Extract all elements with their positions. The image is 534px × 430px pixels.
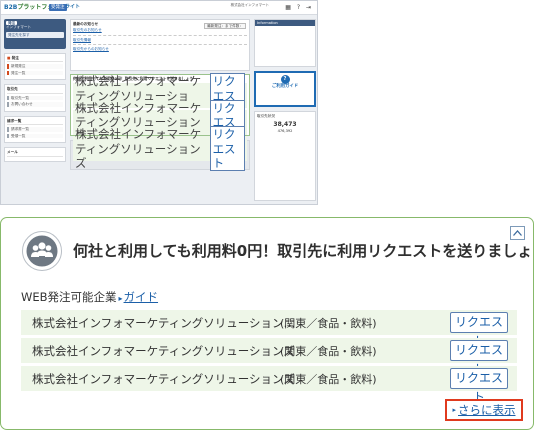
sidebar: 発注 インフォマート 発注先を探す ■ 発注 新規発注 発注一覧 取引先 取引先…	[4, 19, 66, 203]
sidebar-item[interactable]: 請求書一覧	[7, 127, 63, 132]
notice-link[interactable]: 取引先からのお知らせ	[73, 47, 247, 51]
group-users-icon	[22, 231, 62, 271]
chevron-up-icon	[513, 230, 522, 236]
status-value: 38,473	[273, 121, 297, 129]
information-title: Information	[255, 20, 315, 27]
plan-badge: 受発注	[49, 4, 67, 11]
notice-panel: 最新のお知らせ 最新発注：まで件数： 取引先のお知らせ 取引先情報 取引先からの…	[70, 19, 250, 71]
sidebar-item[interactable]: 取引先一覧	[7, 95, 63, 101]
sidebar-item[interactable]: 発注一覧	[7, 70, 63, 76]
mini-promo-panel: 何社と利用しても利用料0円！取引先に利用リクエストを送りましょう 株式会社インフ…	[70, 73, 250, 172]
information-panel: Information	[254, 19, 316, 67]
sidebar-item[interactable]: 受領一覧	[7, 133, 63, 139]
dashboard-thumbnail: B2Bプラットフォーム 受発注 ライト 株式会社インフォマート ▦ ? ⇥ 発注…	[0, 0, 318, 205]
status-sub-value: 476,392	[277, 128, 293, 133]
plan-name: ライト	[65, 4, 81, 10]
main-column: 最新のお知らせ 最新発注：まで件数： 取引先のお知らせ 取引先情報 取引先からの…	[70, 19, 250, 203]
web-order-label: WEB発注可能企業 ▸ガイド	[21, 290, 159, 304]
find-supplier-button[interactable]: 発注先を探す	[6, 31, 64, 39]
mini-promo-row: 株式会社インフォマーケティングソリューションズリクエスト	[73, 126, 247, 172]
sidebar-section-order: ■ 発注 新規発注 発注一覧	[4, 53, 66, 81]
request-button[interactable]: リクエスト	[450, 368, 508, 404]
promo-title: 何社と利用しても利用料0円！取引先に利用リクエストを送りましょう	[73, 242, 534, 260]
user-name: インフォマート	[6, 25, 32, 30]
notice-select[interactable]: 最新発注：まで件数：	[204, 23, 246, 30]
company-row: 株式会社インフォマーケティングソリューション… (関東／食品・飲料) リクエスト	[21, 310, 517, 348]
sidebar-item[interactable]: お問い合わせ	[7, 102, 63, 107]
sidebar-section-invoices: 請求一覧 請求書一覧 受領一覧	[4, 115, 66, 144]
guide-link[interactable]: ガイド	[124, 290, 159, 304]
company-row: 株式会社インフォマーケティングソリューションズ (関東／食品・飲料) リクエスト	[21, 338, 517, 376]
sidebar-item[interactable]: 新規発注	[7, 64, 63, 69]
company-region: (関東／食品・飲料)	[280, 372, 377, 386]
sidebar-section-mail: メール	[4, 147, 66, 162]
collapse-button[interactable]	[510, 226, 525, 240]
company-name: 株式会社インフォマーケティングソリューションズ	[32, 371, 295, 386]
triangle-right-icon: ▸	[118, 294, 123, 303]
triangle-right-icon: ▸	[452, 406, 456, 414]
sidebar-section-partners: 取引先 取引先一覧 お問い合わせ	[4, 84, 66, 112]
company-name: 株式会社インフォマーケティングソリューション…	[32, 315, 296, 330]
app-header: B2Bプラットフォーム 受発注 ライト 株式会社インフォマート ▦ ? ⇥	[1, 1, 317, 15]
company-name: 株式会社インフォマーケティングソリューションズ	[32, 343, 295, 358]
notice-link[interactable]: 取引先情報	[73, 38, 247, 42]
user-guide-banner[interactable]: ? ご利用ガイド	[254, 71, 316, 107]
right-column: Information ? ご利用ガイド 取引先状況 38,473 476,39…	[254, 19, 316, 203]
company-region: (関東／食品・飲料)	[280, 316, 377, 330]
request-button[interactable]: リクエスト	[450, 312, 508, 348]
user-box: 発注 インフォマート 発注先を探す	[4, 19, 66, 49]
request-button[interactable]: リクエスト	[450, 340, 508, 376]
request-promo-panel: 何社と利用しても利用料0円！取引先に利用リクエストを送りましょう WEB発注可能…	[0, 217, 534, 430]
company-region: (関東／食品・飲料)	[280, 344, 377, 358]
partner-status-panel: 取引先状況 38,473 476,392	[254, 111, 316, 201]
company-row: 株式会社インフォマーケティングソリューションズ (関東／食品・飲料) リクエスト	[21, 366, 517, 404]
header-icons[interactable]: ▦ ? ⇥	[285, 4, 313, 12]
status-title: 取引先状況	[257, 114, 275, 118]
question-icon: ?	[280, 75, 290, 84]
company-list: 株式会社インフォマーケティングソリューション… (関東／食品・飲料) リクエスト…	[21, 310, 517, 404]
company-name: 株式会社インフォマート	[230, 3, 269, 7]
show-more-link[interactable]: ▸ さらに表示	[445, 399, 523, 421]
